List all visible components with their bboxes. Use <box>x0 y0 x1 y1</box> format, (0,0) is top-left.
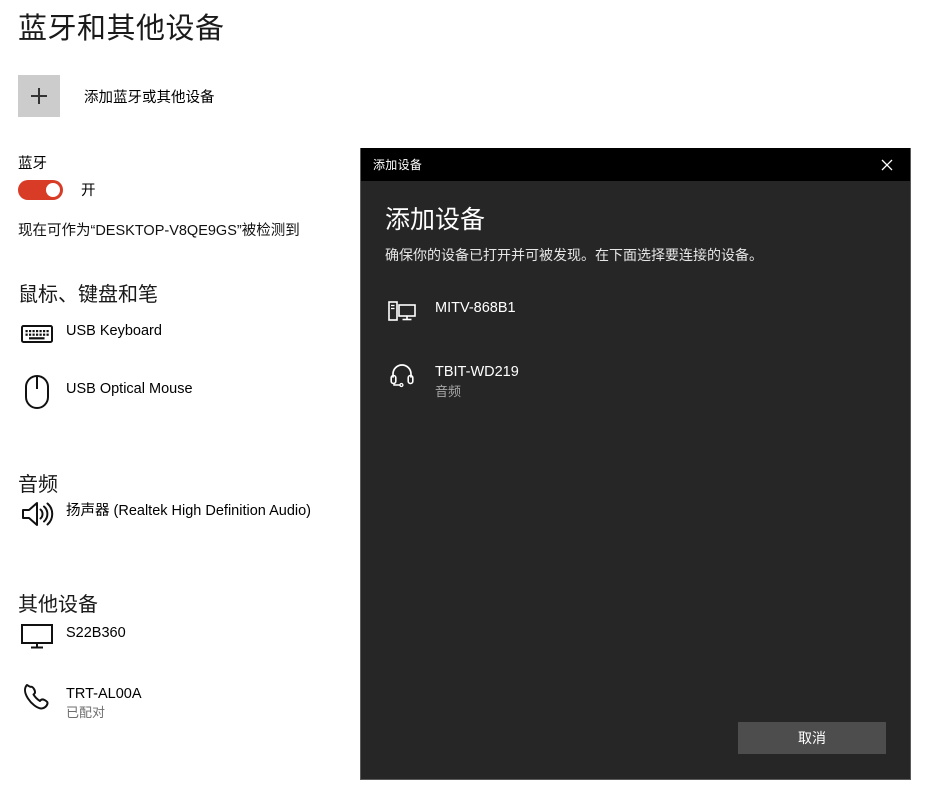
desktop-pc-icon <box>387 297 417 327</box>
bluetooth-toggle[interactable]: 开 <box>18 179 96 200</box>
device-row-speaker[interactable]: 扬声器 (Realtek High Definition Audio) <box>18 495 348 533</box>
section-title-audio: 音频 <box>18 474 58 496</box>
device-name: USB Optical Mouse <box>66 381 193 397</box>
device-name: S22B360 <box>66 625 126 641</box>
add-device-label: 添加蓝牙或其他设备 <box>84 89 215 106</box>
plus-icon <box>18 75 60 117</box>
device-name: 扬声器 (Realtek High Definition Audio) <box>66 503 311 519</box>
discovered-device-list: MITV-868B1 TBIT-WD219 音频 <box>385 288 886 410</box>
device-status: 已配对 <box>66 705 106 721</box>
add-device-dialog: 添加设备 添加设备 确保你的设备已打开并可被发现。在下面选择要连接的设备。 MI… <box>360 148 911 780</box>
bluetooth-toggle-state: 开 <box>81 183 96 199</box>
section-title-other-devices: 其他设备 <box>18 594 98 616</box>
device-name: USB Keyboard <box>66 323 162 339</box>
discovered-device-category: 音频 <box>435 383 462 399</box>
discovered-device-name: MITV-868B1 <box>435 299 516 316</box>
add-bluetooth-or-other-device-button[interactable]: 添加蓝牙或其他设备 <box>18 75 215 117</box>
device-row-usb-keyboard[interactable]: USB Keyboard <box>18 315 348 353</box>
device-row-s22b360[interactable]: S22B360 <box>18 617 348 655</box>
discovered-device-name: TBIT-WD219 <box>435 363 519 380</box>
discovered-device-mitv-868b1[interactable]: MITV-868B1 <box>385 288 886 336</box>
monitor-icon <box>18 617 56 655</box>
device-row-trt-al00a[interactable]: TRT-AL00A 已配对 <box>18 678 348 722</box>
section-title-mouse-keyboard-pen: 鼠标、键盘和笔 <box>18 284 158 306</box>
dialog-footer: 取消 <box>738 722 886 754</box>
bluetooth-toggle-track[interactable] <box>18 179 63 200</box>
device-name: TRT-AL00A <box>66 686 142 702</box>
speaker-icon <box>18 495 56 533</box>
cancel-button[interactable]: 取消 <box>738 722 886 754</box>
dialog-heading: 添加设备 <box>385 206 486 234</box>
discoverable-text: 现在可作为“DESKTOP-V8QE9GS”被检测到 <box>18 223 300 239</box>
headset-icon <box>387 361 417 391</box>
discovered-device-tbit-wd219[interactable]: TBIT-WD219 音频 <box>385 352 886 410</box>
dialog-subheading: 确保你的设备已打开并可被发现。在下面选择要连接的设备。 <box>385 247 763 264</box>
close-icon[interactable] <box>864 148 910 182</box>
keyboard-icon <box>18 315 56 353</box>
device-row-usb-optical-mouse[interactable]: USB Optical Mouse <box>18 373 348 411</box>
bluetooth-toggle-knob <box>46 182 60 197</box>
bluetooth-label: 蓝牙 <box>18 156 47 172</box>
dialog-titlebar: 添加设备 <box>361 148 910 182</box>
page-title: 蓝牙和其他设备 <box>18 13 225 45</box>
dialog-titlebar-label: 添加设备 <box>373 158 423 172</box>
dialog-body: 添加设备 确保你的设备已打开并可被发现。在下面选择要连接的设备。 MITV-86… <box>361 181 910 778</box>
phone-icon <box>18 678 56 716</box>
mouse-icon <box>18 373 56 411</box>
